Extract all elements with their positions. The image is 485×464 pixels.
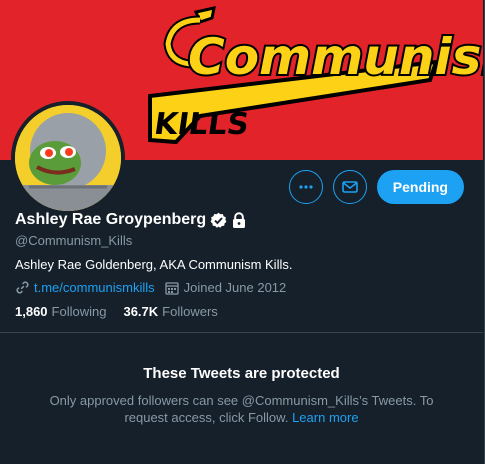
profile-avatar[interactable] [11, 101, 125, 215]
profile-actions: Pending [288, 170, 464, 204]
profile-page: Communism KILLS [0, 0, 485, 464]
calendar-icon [164, 281, 179, 295]
profile-bio: Ashley Rae Goldenberg, AKA Communism Kil… [15, 257, 293, 272]
followers-label: Followers [162, 304, 218, 319]
svg-text:KILLS: KILLS [152, 107, 251, 142]
name-row: Ashley Rae Groypenberg [15, 211, 247, 229]
learn-more-link[interactable]: Learn more [292, 410, 358, 425]
more-icon [299, 185, 313, 189]
envelope-icon [341, 181, 358, 193]
protected-title: These Tweets are protected [143, 365, 340, 382]
followers-count: 36.7K [123, 304, 159, 319]
lock-icon [233, 211, 246, 228]
link-icon [16, 281, 29, 294]
protected-text: Only approved followers can see @Communi… [49, 393, 434, 425]
pending-button[interactable]: Pending [376, 170, 464, 204]
profile-link[interactable]: t.me/communismkills [34, 280, 155, 295]
following-link[interactable]: 1,860 Following [15, 304, 106, 319]
verified-badge-icon [210, 212, 227, 228]
follow-stats: 1,860 Following 36.7K Followers [15, 304, 235, 319]
svg-text:Communism: Communism [188, 28, 483, 86]
profile-meta: t.me/communismkills Joined June 2012 [15, 280, 286, 295]
pepe-frog-avatar [15, 105, 121, 211]
following-label: Following [51, 304, 107, 319]
more-button[interactable] [288, 170, 323, 204]
following-count: 1,860 [15, 304, 48, 319]
protected-description: Only approved followers can see @Communi… [30, 392, 453, 426]
message-button[interactable] [332, 170, 367, 204]
joined-date: Joined June 2012 [183, 280, 287, 295]
followers-link[interactable]: 36.7K Followers [123, 304, 217, 319]
profile-handle: @Communism_Kills [15, 233, 133, 248]
display-name: Ashley Rae Groypenberg [15, 211, 207, 228]
divider [0, 332, 483, 333]
